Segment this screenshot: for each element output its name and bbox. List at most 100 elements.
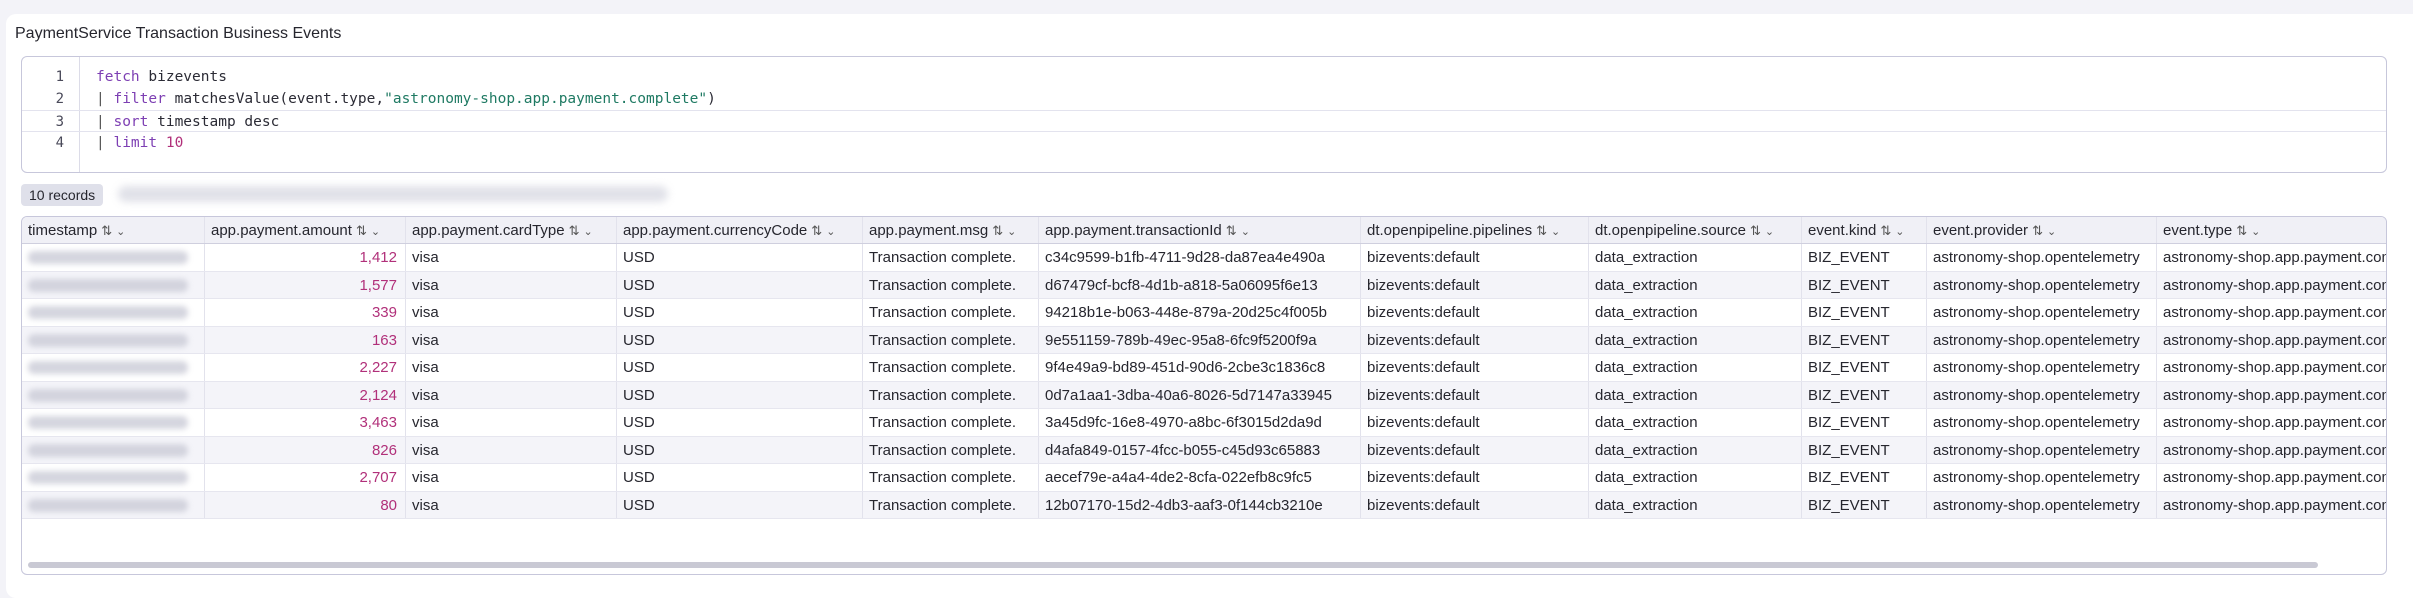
table-row[interactable]: 339 visa USD Transaction complete. 94218b1e-…	[22, 299, 2386, 327]
cell-timestamp[interactable]	[22, 491, 205, 518]
cell-type[interactable]: astronomy-shop.app.payment.complete	[2157, 492, 2386, 519]
cell-timestamp[interactable]	[22, 299, 205, 326]
sort-arrows-icon[interactable]: ⇅	[811, 217, 822, 243]
cell-pipelines[interactable]: bizevents:default	[1361, 464, 1589, 491]
cell-timestamp[interactable]	[22, 464, 205, 491]
cell-msg[interactable]: Transaction complete.	[863, 464, 1039, 491]
cell-msg[interactable]: Transaction complete.	[863, 244, 1039, 271]
cell-pipelines[interactable]: bizevents:default	[1361, 299, 1589, 326]
cell-txid[interactable]: d67479cf-bcf8-4d1b-a818-5a06095f6e13	[1039, 271, 1361, 298]
chevron-down-icon[interactable]: ⌄	[1765, 219, 1774, 243]
table-row[interactable]: 1,412 visa USD Transaction complete. c34c959…	[22, 244, 2386, 272]
cell-cardType[interactable]: visa	[406, 299, 617, 326]
table-row[interactable]: 1,577 visa USD Transaction complete. d67479c…	[22, 271, 2386, 299]
cell-txid[interactable]: 0d7a1aa1-3dba-40a6-8026-5d7147a33945	[1039, 381, 1361, 408]
code-line[interactable]: 2 | filter matchesValue(event.type,"astro…	[22, 88, 2386, 110]
cell-msg[interactable]: Transaction complete.	[863, 271, 1039, 298]
cell-currency[interactable]: USD	[617, 491, 863, 518]
chevron-down-icon[interactable]: ⌄	[1895, 219, 1904, 243]
cell-provider[interactable]: astronomy-shop.opentelemetry	[1927, 491, 2157, 518]
cell-provider[interactable]: astronomy-shop.opentelemetry	[1927, 464, 2157, 491]
chevron-down-icon[interactable]: ⌄	[2047, 219, 2056, 243]
cell-txid[interactable]: aecef79e-a4a4-4de2-8cfa-022efb8c9fc5	[1039, 464, 1361, 491]
cell-pipelines[interactable]: bizevents:default	[1361, 271, 1589, 298]
cell-kind[interactable]: BIZ_EVENT	[1802, 464, 1927, 491]
code-line[interactable]: 4 | limit 10	[22, 132, 2386, 154]
cell-pipelines[interactable]: bizevents:default	[1361, 409, 1589, 436]
cell-cardType[interactable]: visa	[406, 326, 617, 353]
cell-provider[interactable]: astronomy-shop.opentelemetry	[1927, 326, 2157, 353]
cell-cardType[interactable]: visa	[406, 244, 617, 271]
cell-timestamp[interactable]	[22, 381, 205, 408]
cell-amount[interactable]: 339	[205, 299, 406, 326]
code-line[interactable]: 1 fetch bizevents	[22, 66, 2386, 88]
sort-arrows-icon[interactable]: ⇅	[1226, 217, 1237, 243]
cell-amount[interactable]: 163	[205, 326, 406, 353]
cell-amount[interactable]: 3,463	[205, 409, 406, 436]
cell-cardType[interactable]: visa	[406, 436, 617, 463]
cell-source[interactable]: data_extraction	[1589, 464, 1802, 491]
cell-timestamp[interactable]	[22, 409, 205, 436]
sort-arrows-icon[interactable]: ⇅	[1750, 217, 1761, 243]
column-header-type[interactable]: event.type ⇅ ⌄	[2157, 217, 2386, 243]
cell-kind[interactable]: BIZ_EVENT	[1802, 271, 1927, 298]
cell-msg[interactable]: Transaction complete.	[863, 326, 1039, 353]
dql-query-editor[interactable]: 1 fetch bizevents 2 | filter matchesValue(e…	[21, 56, 2387, 173]
cell-provider[interactable]: astronomy-shop.opentelemetry	[1927, 436, 2157, 463]
cell-amount[interactable]: 80	[205, 491, 406, 518]
cell-source[interactable]: data_extraction	[1589, 354, 1802, 381]
cell-pipelines[interactable]: bizevents:default	[1361, 491, 1589, 518]
cell-cardType[interactable]: visa	[406, 381, 617, 408]
cell-txid[interactable]: 9f4e49a9-bd89-451d-90d6-2cbe3c1836c8	[1039, 354, 1361, 381]
cell-cardType[interactable]: visa	[406, 409, 617, 436]
sort-arrows-icon[interactable]: ⇅	[1536, 217, 1547, 243]
chevron-down-icon[interactable]: ⌄	[371, 219, 380, 243]
cell-currency[interactable]: USD	[617, 409, 863, 436]
cell-source[interactable]: data_extraction	[1589, 271, 1802, 298]
chevron-down-icon[interactable]: ⌄	[1007, 219, 1016, 243]
cell-type[interactable]: astronomy-shop.app.payment.complete	[2157, 382, 2386, 409]
cell-kind[interactable]: BIZ_EVENT	[1802, 436, 1927, 463]
cell-cardType[interactable]: visa	[406, 354, 617, 381]
cell-msg[interactable]: Transaction complete.	[863, 381, 1039, 408]
chevron-down-icon[interactable]: ⌄	[584, 219, 593, 243]
chevron-down-icon[interactable]: ⌄	[826, 219, 835, 243]
cell-provider[interactable]: astronomy-shop.opentelemetry	[1927, 409, 2157, 436]
chevron-down-icon[interactable]: ⌄	[1551, 219, 1560, 243]
cell-type[interactable]: astronomy-shop.app.payment.complete	[2157, 244, 2386, 271]
cell-provider[interactable]: astronomy-shop.opentelemetry	[1927, 381, 2157, 408]
table-row[interactable]: 2,227 visa USD Transaction complete. 9f4e49a…	[22, 354, 2386, 382]
cell-source[interactable]: data_extraction	[1589, 491, 1802, 518]
results-table[interactable]: timestamp ⇅ ⌄ app.payment.amount ⇅ ⌄ app.payme…	[21, 216, 2387, 575]
cell-txid[interactable]: 3a45d9fc-16e8-4970-a8bc-6f3015d2da9d	[1039, 409, 1361, 436]
cell-amount[interactable]: 2,124	[205, 381, 406, 408]
cell-timestamp[interactable]	[22, 354, 205, 381]
cell-timestamp[interactable]	[22, 271, 205, 298]
cell-source[interactable]: data_extraction	[1589, 299, 1802, 326]
column-header-source[interactable]: dt.openpipeline.source ⇅ ⌄	[1589, 217, 1802, 243]
cell-kind[interactable]: BIZ_EVENT	[1802, 409, 1927, 436]
cell-amount[interactable]: 2,227	[205, 354, 406, 381]
cell-source[interactable]: data_extraction	[1589, 409, 1802, 436]
table-row[interactable]: 2,707 visa USD Transaction complete. aecef79…	[22, 464, 2386, 492]
column-header-kind[interactable]: event.kind ⇅ ⌄	[1802, 217, 1927, 243]
table-row[interactable]: 80 visa USD Transaction complete. 12b07170-1…	[22, 491, 2386, 519]
column-header-provider[interactable]: event.provider ⇅ ⌄	[1927, 217, 2157, 243]
table-row[interactable]: 2,124 visa USD Transaction complete. 0d7a1aa…	[22, 381, 2386, 409]
cell-currency[interactable]: USD	[617, 436, 863, 463]
cell-pipelines[interactable]: bizevents:default	[1361, 381, 1589, 408]
cell-kind[interactable]: BIZ_EVENT	[1802, 354, 1927, 381]
sort-arrows-icon[interactable]: ⇅	[2032, 217, 2043, 243]
column-header-txid[interactable]: app.payment.transactionId ⇅ ⌄	[1039, 217, 1361, 243]
cell-timestamp[interactable]	[22, 326, 205, 353]
cell-kind[interactable]: BIZ_EVENT	[1802, 326, 1927, 353]
cell-type[interactable]: astronomy-shop.app.payment.complete	[2157, 272, 2386, 299]
column-header-timestamp[interactable]: timestamp ⇅ ⌄	[22, 217, 205, 243]
sort-arrows-icon[interactable]: ⇅	[101, 217, 112, 243]
cell-kind[interactable]: BIZ_EVENT	[1802, 491, 1927, 518]
code-line[interactable]: 3 | sort timestamp desc	[22, 110, 2386, 132]
column-header-amount[interactable]: app.payment.amount ⇅ ⌄	[205, 217, 406, 243]
cell-txid[interactable]: d4afa849-0157-4fcc-b055-c45d93c65883	[1039, 436, 1361, 463]
cell-amount[interactable]: 1,577	[205, 271, 406, 298]
sort-arrows-icon[interactable]: ⇅	[569, 217, 580, 243]
